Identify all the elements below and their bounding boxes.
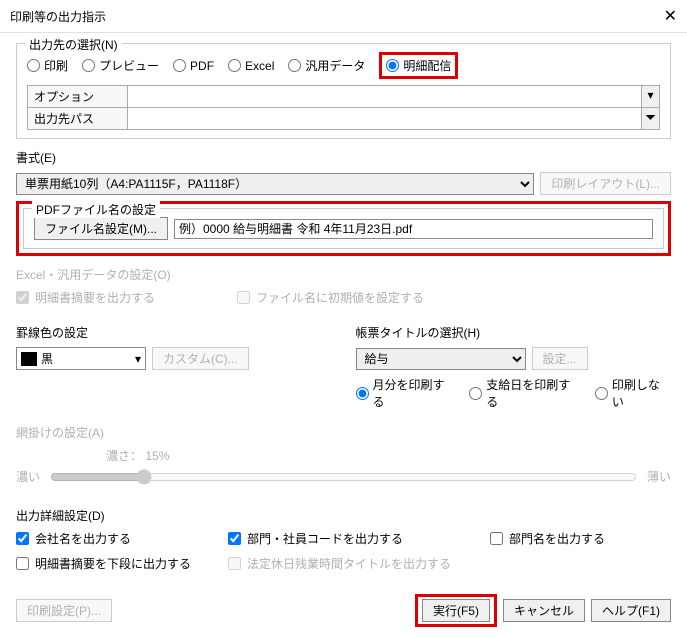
format-row: 書式(E) [16,149,671,166]
chk-holiday-ot-label: 法定休日残業時間タイトルを出力する [247,555,451,572]
rule-color-col: 罫線色の設定 黒 ▾ カスタム(C)... [16,316,332,416]
option-row: オプション ▾ [28,86,659,107]
detail-legend: 出力詳細設定(D) [16,507,671,524]
chk-summary-output: 明細書摘要を出力する [16,289,155,306]
shade-slider-row: 濃い 薄い [16,468,671,485]
radio-print-label: 印刷 [44,57,68,74]
chk-dept-code-label: 部門・社員コードを出力する [247,530,403,547]
report-title-row: 給与 設定... [356,347,672,370]
print-layout-button: 印刷レイアウト(L)... [540,172,671,195]
radio-paydate-label: 支給日を印刷する [486,376,581,410]
shade-light-label: 薄い [647,468,671,485]
format-label: 書式(E) [16,149,56,166]
filename-example-field[interactable] [174,219,653,239]
bottom-buttons: 印刷設定(P)... 実行(F5) キャンセル ヘルプ(F1) [16,594,671,627]
format-select[interactable]: 単票用紙10列（A4:PA1115F，PA1118F） [16,173,534,195]
close-icon[interactable]: ✕ [664,6,677,26]
chk-summary-output-label: 明細書摘要を出力する [35,289,155,306]
radio-excel[interactable]: Excel [228,59,274,73]
rule-color-value: 黒 [41,350,53,367]
chk-filename-default-label: ファイル名に初期値を設定する [256,289,424,306]
path-label: 出力先パス [28,108,128,129]
chk-filename-default: ファイル名に初期値を設定する [237,289,424,306]
shade-slider [50,469,637,485]
radio-month[interactable]: 月分を印刷する [356,376,456,410]
execute-button[interactable]: 実行(F5) [422,599,490,622]
chk-dept-name[interactable]: 部門名を出力する [490,530,671,547]
pdf-filename-legend: PDFファイル名の設定 [32,201,160,218]
shade-dark-label: 濃い [16,468,40,485]
detail-grid: 会社名を出力する 部門・社員コードを出力する 部門名を出力する 明細書摘要を下段… [16,530,671,576]
chevron-down-icon: ▾ [135,352,141,366]
path-browse-icon[interactable]: ⏷ [641,108,659,129]
chk-dept-name-label: 部門名を出力する [509,530,605,547]
radio-pdf[interactable]: PDF [173,59,214,73]
middle-row: 罫線色の設定 黒 ▾ カスタム(C)... 帳票タイトルの選択(H) 給与 設定… [16,316,671,416]
print-setting-button: 印刷設定(P)... [16,599,112,622]
option-label: オプション [28,86,128,107]
radio-noprint[interactable]: 印刷しない [595,376,671,410]
custom-color-button: カスタム(C)... [152,347,249,370]
radio-month-label: 月分を印刷する [373,376,456,410]
report-setting-button: 設定... [532,347,588,370]
report-print-radios: 月分を印刷する 支給日を印刷する 印刷しない [356,376,672,410]
shade-legend: 網掛けの設定(A) [16,424,671,441]
rule-color-select[interactable]: 黒 ▾ [16,347,146,370]
option-input[interactable] [128,86,641,107]
cancel-button[interactable]: キャンセル [503,599,585,622]
shade-density-row: 濃さ： 15% [106,447,671,464]
content-area: 出力先の選択(N) 印刷 プレビュー PDF Excel 汎用データ 明細配信 … [0,33,687,637]
radio-preview-label: プレビュー [99,57,159,74]
shade-density-value: 15% [145,449,169,463]
radio-meisai[interactable]: 明細配信 [386,57,451,74]
radio-general-label: 汎用データ [305,57,365,74]
report-title-select[interactable]: 給与 [356,348,526,370]
path-input[interactable] [128,108,641,129]
chk-company[interactable]: 会社名を出力する [16,530,216,547]
pdf-filename-row: ファイル名設定(M)... [34,217,653,240]
radio-noprint-label: 印刷しない [612,376,671,410]
titlebar: 印刷等の出力指示 ✕ [0,0,687,33]
excel-setting-row: 明細書摘要を出力する ファイル名に初期値を設定する [16,289,671,310]
report-title-col: 帳票タイトルの選択(H) 給与 設定... 月分を印刷する 支給日を印刷する 印… [356,316,672,416]
shade-density-label: 濃さ： [106,449,142,463]
excel-setting-legend: Excel・汎用データの設定(O) [16,266,671,283]
output-dest-group: 出力先の選択(N) 印刷 プレビュー PDF Excel 汎用データ 明細配信 … [16,43,671,139]
radio-general[interactable]: 汎用データ [288,57,365,74]
output-dest-radios: 印刷 プレビュー PDF Excel 汎用データ 明細配信 [27,52,660,79]
window-title: 印刷等の出力指示 [10,8,106,25]
option-table: オプション ▾ 出力先パス ⏷ [27,85,660,130]
color-swatch-icon [21,352,37,366]
chk-summary-bottom[interactable]: 明細書摘要を下段に出力する [16,555,216,572]
radio-preview[interactable]: プレビュー [82,57,159,74]
highlight-meisai: 明細配信 [379,52,458,79]
output-dest-legend: 出力先の選択(N) [25,36,122,53]
radio-meisai-label: 明細配信 [403,57,451,74]
format-select-row: 単票用紙10列（A4:PA1115F，PA1118F） 印刷レイアウト(L)..… [16,172,671,195]
report-title-legend: 帳票タイトルの選択(H) [356,324,672,341]
filename-setting-button[interactable]: ファイル名設定(M)... [34,217,168,240]
highlight-execute: 実行(F5) [415,594,497,627]
highlight-pdf-group: PDFファイル名の設定 ファイル名設定(M)... [16,201,671,256]
radio-print[interactable]: 印刷 [27,57,68,74]
chk-holiday-ot: 法定休日残業時間タイトルを出力する [228,555,478,572]
radio-paydate[interactable]: 支給日を印刷する [469,376,581,410]
help-button[interactable]: ヘルプ(F1) [591,599,671,622]
pdf-filename-group: PDFファイル名の設定 ファイル名設定(M)... [23,208,664,249]
option-dropdown-icon[interactable]: ▾ [641,86,659,107]
rule-color-legend: 罫線色の設定 [16,324,332,341]
chk-summary-bottom-label: 明細書摘要を下段に出力する [35,555,191,572]
radio-excel-label: Excel [245,59,274,73]
path-row: 出力先パス ⏷ [28,107,659,129]
chk-company-label: 会社名を出力する [35,530,131,547]
chk-dept-code[interactable]: 部門・社員コードを出力する [228,530,478,547]
radio-pdf-label: PDF [190,59,214,73]
rule-color-row: 黒 ▾ カスタム(C)... [16,347,332,370]
